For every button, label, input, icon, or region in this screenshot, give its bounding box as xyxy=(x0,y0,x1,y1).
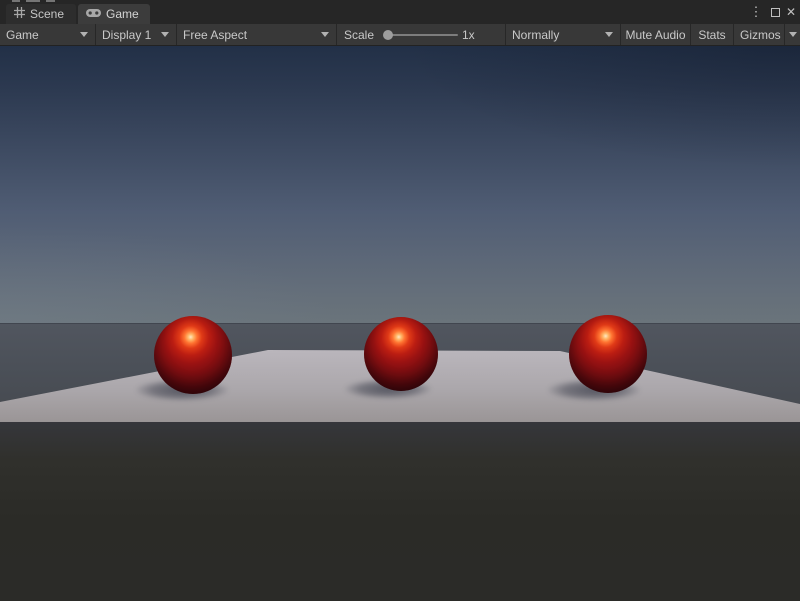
dropdown-value: Normally xyxy=(512,28,559,42)
clipped-ui-artifact xyxy=(12,0,20,2)
chevron-down-icon xyxy=(789,32,797,37)
dropdown-value: Free Aspect xyxy=(183,28,247,42)
scale-slider-track[interactable] xyxy=(386,34,458,36)
chevron-down-icon xyxy=(80,32,88,37)
toolbar-separator xyxy=(733,24,734,45)
gamepad-icon xyxy=(86,7,101,21)
display-dropdown[interactable]: Display 1 xyxy=(96,24,176,45)
scale-slider-knob[interactable] xyxy=(383,30,393,40)
unity-game-window: Scene Game ⋮ ✕ Game xyxy=(0,0,800,601)
mute-audio-button[interactable]: Mute Audio xyxy=(621,24,690,45)
grid-icon xyxy=(14,7,25,21)
tab-scene[interactable]: Scene xyxy=(6,4,76,24)
clipped-ui-artifact xyxy=(26,0,40,2)
red-sphere xyxy=(364,317,438,391)
stats-button[interactable]: Stats xyxy=(691,24,733,45)
close-icon: ✕ xyxy=(786,5,796,19)
play-mode-dropdown[interactable]: Normally xyxy=(506,24,620,45)
gizmos-dropdown-arrow[interactable] xyxy=(785,24,800,45)
maximize-button[interactable] xyxy=(767,3,783,21)
game-viewport[interactable] xyxy=(0,46,800,601)
maximize-icon xyxy=(771,8,780,17)
tab-bar: Scene Game ⋮ ✕ xyxy=(0,0,800,24)
toolbar-separator xyxy=(336,24,337,45)
scale-value: 1x xyxy=(462,24,475,45)
red-sphere xyxy=(569,315,647,393)
game-view-mode-dropdown[interactable]: Game xyxy=(0,24,95,45)
close-button[interactable]: ✕ xyxy=(783,3,799,21)
chevron-down-icon xyxy=(321,32,329,37)
game-view-toolbar: Game Display 1 Free Aspect Scale 1x Norm… xyxy=(0,24,800,46)
tab-label: Game xyxy=(106,7,139,21)
dropdown-value: Display 1 xyxy=(102,28,151,42)
kebab-menu-icon: ⋮ xyxy=(750,4,763,20)
gizmos-button[interactable]: Gizmos xyxy=(740,24,781,45)
chevron-down-icon xyxy=(161,32,169,37)
red-sphere xyxy=(154,316,232,394)
scale-label: Scale xyxy=(344,24,374,45)
aspect-ratio-dropdown[interactable]: Free Aspect xyxy=(177,24,336,45)
dropdown-value: Game xyxy=(6,28,39,42)
chevron-down-icon xyxy=(605,32,613,37)
tab-game[interactable]: Game xyxy=(78,4,150,24)
clipped-ui-artifact xyxy=(46,0,55,2)
window-menu-button[interactable]: ⋮ xyxy=(748,3,764,21)
tab-label: Scene xyxy=(30,7,64,21)
